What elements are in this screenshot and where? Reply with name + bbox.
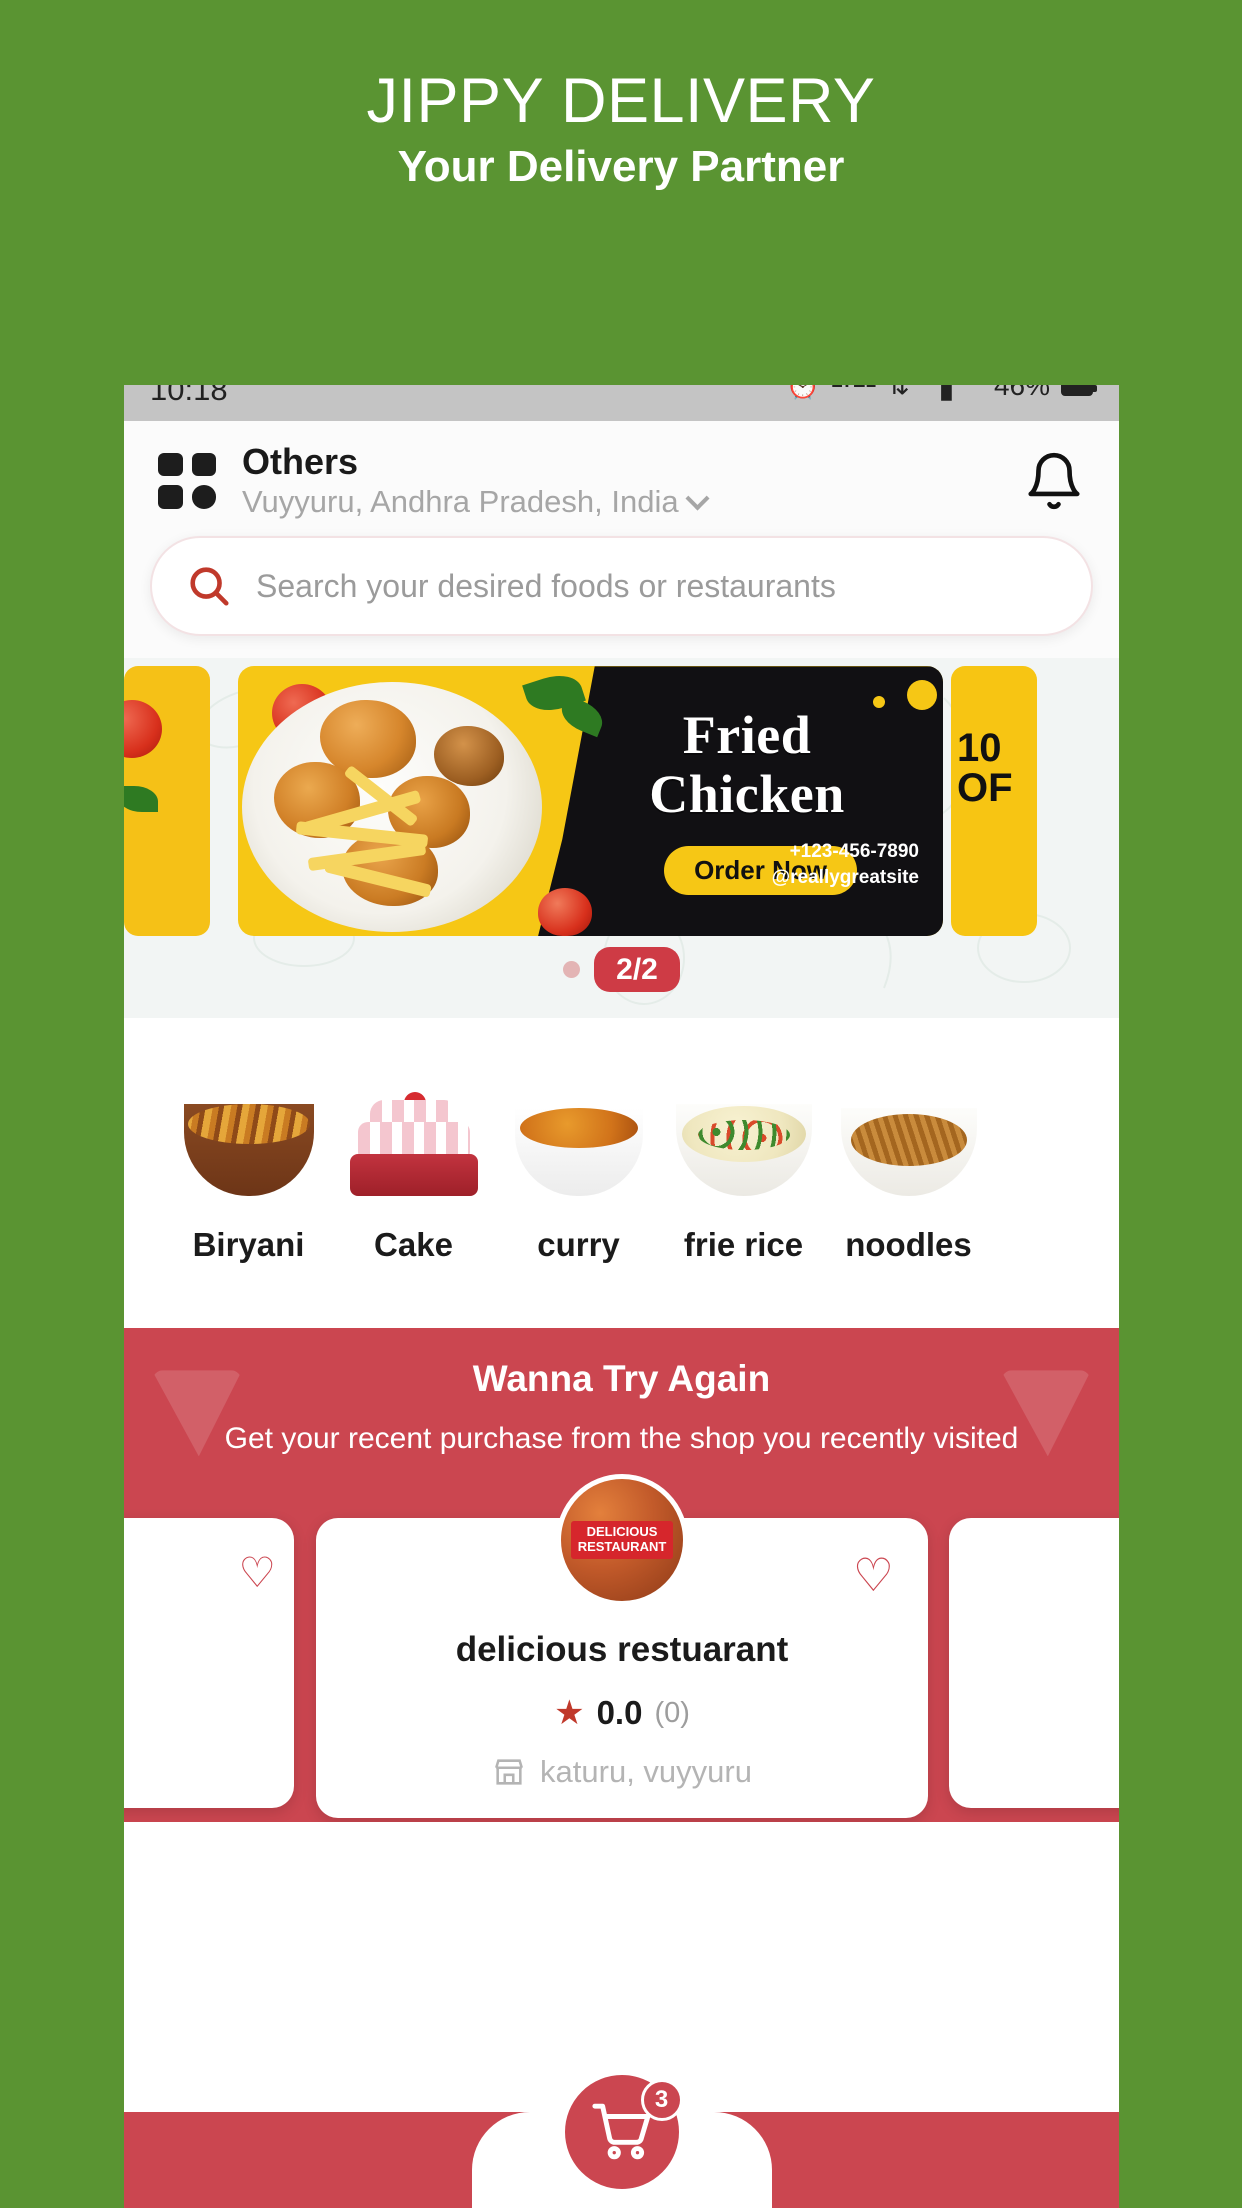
chevron-down-icon (685, 486, 710, 511)
star-icon: ★ (554, 1694, 585, 1733)
grid-apps-icon[interactable] (158, 452, 216, 509)
carousel-slide-prev[interactable] (124, 666, 210, 937)
alarm-icon: ⏰ (786, 385, 820, 400)
search-input[interactable]: Search your desired foods or restaurants (150, 536, 1093, 637)
status-icons: ⏰ LTE1 ⇅ ▘▖▔ 46% (786, 385, 1097, 401)
category-row[interactable]: Biryani Cake curry frie rice noodles (124, 1078, 1119, 1264)
location-selector[interactable]: Vuyyuru, Andhra Pradesh, India (242, 484, 1023, 520)
battery-icon (1061, 385, 1097, 396)
carousel-pager[interactable]: 2/2 (124, 946, 1119, 993)
page-title: Others (242, 441, 359, 482)
fried-rice-plate-icon (661, 1078, 826, 1197)
biryani-bowl-icon (166, 1078, 331, 1197)
category-item-curry[interactable]: curry (496, 1078, 661, 1264)
category-label: frie rice (683, 1226, 804, 1264)
search-section: Search your desired foods or restaurants (124, 536, 1119, 659)
lte-icon: LTE1 (831, 385, 876, 391)
promo-carousel[interactable]: Fried Chicken Order Now +123-456-7890 @r… (124, 658, 1119, 1019)
banner-title-line2: Chicken (649, 763, 845, 824)
restaurant-card[interactable]: DELICIOUS RESTAURANT ♡ delicious restuar… (316, 1474, 928, 1819)
noodles-plate-icon (826, 1078, 991, 1197)
favorite-heart-icon[interactable]: ♡ (853, 1552, 894, 1598)
search-placeholder: Search your desired foods or restaurants (256, 567, 836, 604)
carousel-slide-active[interactable]: Fried Chicken Order Now +123-456-7890 @r… (238, 666, 943, 937)
data-transfer-icon: ⇅ (887, 385, 910, 400)
promo-title: JIPPY DELIVERY (366, 66, 876, 136)
category-label: noodles (845, 1226, 972, 1264)
recent-restaurant-carousel[interactable]: ♡ DELICIOUS RESTAURANT ♡ delicious restu… (124, 1474, 1119, 1822)
restaurant-card-next[interactable] (949, 1518, 1119, 1809)
header-texts: Others Vuyyuru, Andhra Pradesh, India (242, 441, 1023, 520)
app-screenshot: JIPPY DELIVERY Your Delivery Partner 10:… (0, 0, 1242, 2208)
category-item-cake[interactable]: Cake (331, 1078, 496, 1264)
cake-icon (331, 1078, 496, 1197)
pager-badge: 2/2 (594, 946, 680, 993)
carousel-slide-next[interactable]: 10 OF (951, 666, 1037, 937)
restaurant-name: delicious restuarant (455, 1630, 789, 1670)
cart-count-badge: 3 (640, 2079, 683, 2121)
banner-phone: +123-456-7890 (789, 841, 919, 863)
phone-screen: 10:18 ⏰ LTE1 ⇅ ▘▖▔ 46% Others Vuyyuru, A… (124, 385, 1119, 2208)
promo-subtitle: Your Delivery Partner (397, 142, 845, 191)
cart-fab-button[interactable]: 3 (557, 2068, 686, 2196)
category-item-biryani[interactable]: Biryani (166, 1078, 331, 1264)
status-time: 10:18 (150, 385, 228, 407)
rating-value: 0.0 (596, 1694, 643, 1732)
notification-bell-icon[interactable] (1023, 450, 1085, 512)
signal-icon: ▘▖▔ (920, 385, 983, 400)
location-label: Vuyyuru, Andhra Pradesh, India (242, 484, 679, 520)
category-section: Biryani Cake curry frie rice noodles (124, 1018, 1119, 1329)
promo-header: JIPPY DELIVERY Your Delivery Partner (0, 0, 1242, 385)
category-item-frie-rice[interactable]: frie rice (661, 1078, 826, 1264)
restaurant-rating: ★ 0.0 (0) (316, 1694, 928, 1732)
banner-contact: +123-456-7890 @reallygreatsite (772, 839, 919, 890)
search-icon (190, 567, 229, 606)
wanna-try-again-section: Wanna Try Again Get your recent purchase… (124, 1328, 1119, 1823)
heart-icon[interactable]: ♡ (238, 1552, 276, 1594)
wanna-subtitle: Get your recent purchase from the shop y… (224, 1422, 1019, 1456)
banner-title-line1: Fried (682, 705, 812, 766)
store-icon (495, 1759, 524, 1785)
rating-count: (0) (654, 1696, 690, 1729)
address-label: katuru, vuyyuru (540, 1754, 752, 1790)
curry-bowl-icon (496, 1078, 661, 1197)
banner-tomato-icon (538, 888, 592, 937)
restaurant-logo-badge: DELICIOUS RESTAURANT (570, 1521, 674, 1560)
restaurant-address: katuru, vuyyuru (316, 1754, 928, 1790)
next-slide-text: 10 OF (957, 726, 1013, 811)
avatar-line2: RESTAURANT (577, 1539, 667, 1555)
category-label: Biryani (192, 1226, 305, 1264)
category-label: curry (537, 1226, 620, 1264)
app-header: Others Vuyyuru, Andhra Pradesh, India (124, 421, 1119, 537)
wanna-title: Wanna Try Again (472, 1358, 771, 1400)
battery-percent-label: 46% (993, 385, 1050, 401)
status-bar: 10:18 ⏰ LTE1 ⇅ ▘▖▔ 46% (124, 385, 1119, 421)
restaurant-card-prev[interactable]: ♡ (124, 1518, 294, 1809)
avatar: DELICIOUS RESTAURANT (556, 1474, 688, 1607)
pager-dot[interactable] (563, 961, 581, 979)
bottom-navigation-bar[interactable]: 3 (124, 2068, 1119, 2208)
banner-title: Fried Chicken (577, 706, 917, 823)
banner-handle: @reallygreatsite (771, 866, 919, 888)
category-label: Cake (374, 1226, 453, 1264)
category-item-noodles[interactable]: noodles (826, 1078, 991, 1264)
avatar-line1: DELICIOUS (586, 1524, 658, 1540)
